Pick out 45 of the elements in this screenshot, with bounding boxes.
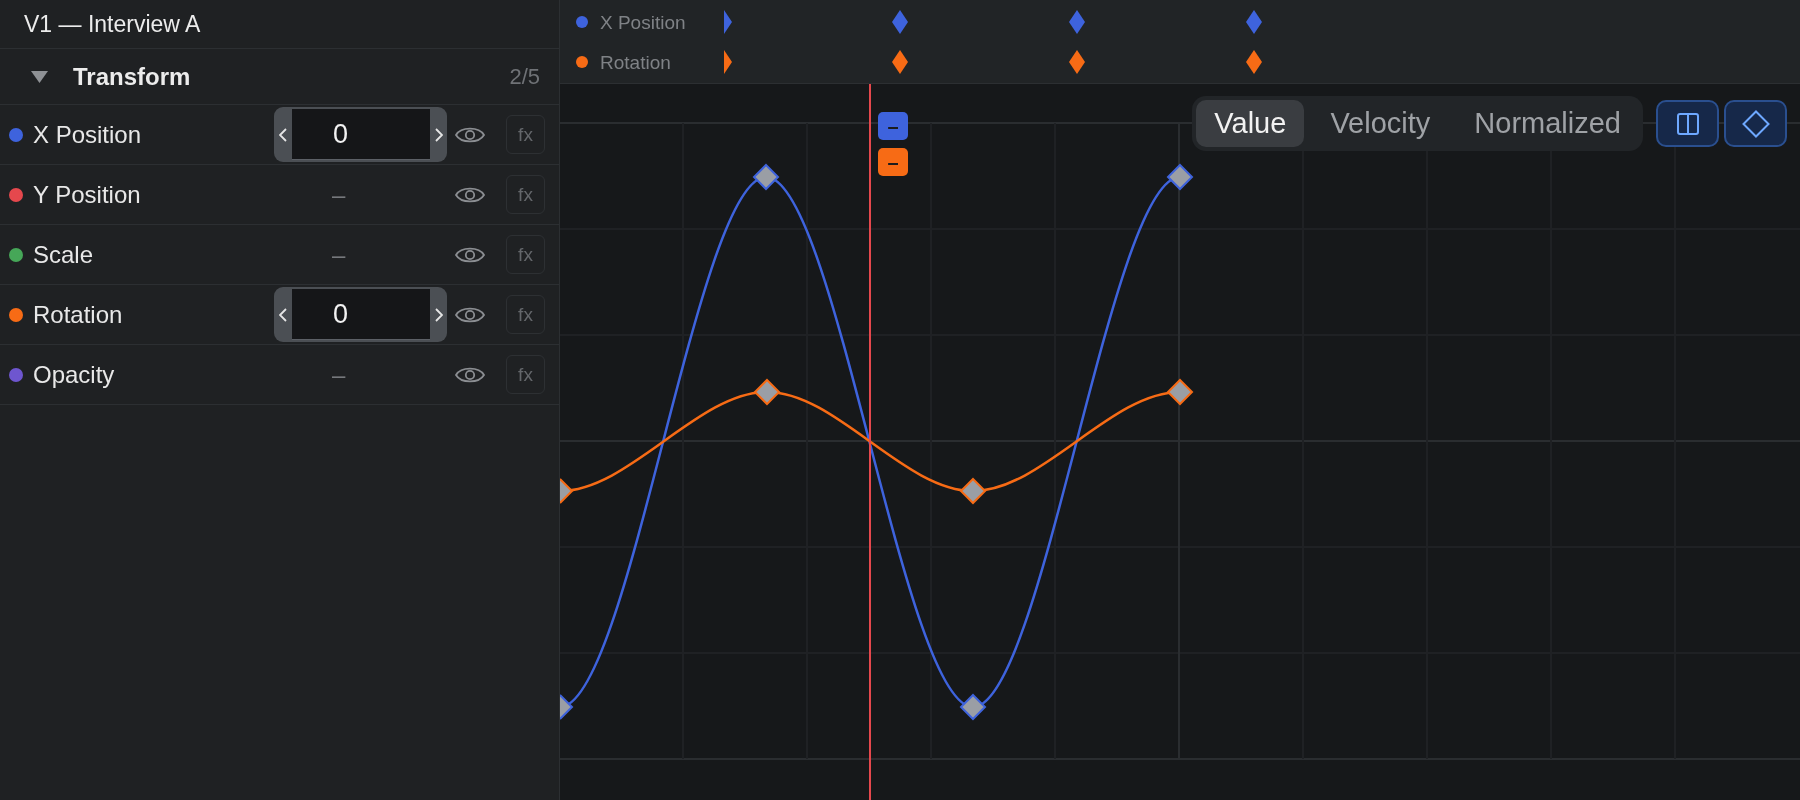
- panel-title: V1 — Interview A: [24, 12, 201, 36]
- split-panel-icon: [1676, 112, 1699, 135]
- chevron-right-icon: [434, 307, 443, 322]
- keyframe-marker[interactable]: [1069, 50, 1085, 74]
- keyframe-marker[interactable]: [1069, 10, 1085, 34]
- keyframe-marker[interactable]: [959, 693, 987, 721]
- caret-down-icon[interactable]: [31, 70, 48, 83]
- keyframe-marker[interactable]: [1166, 163, 1194, 191]
- value-field[interactable]: 0: [292, 289, 430, 340]
- keyframe-marker[interactable]: [959, 477, 987, 505]
- property-label: Opacity: [33, 362, 115, 387]
- property-count: 2/5: [509, 65, 540, 88]
- value-badge[interactable]: –: [878, 148, 908, 176]
- keyframe-marker[interactable]: [724, 50, 732, 74]
- property-label: Scale: [33, 242, 94, 267]
- property-label: X Position: [33, 122, 142, 147]
- keyframe-marker[interactable]: [752, 163, 780, 191]
- keyframe-marker[interactable]: [560, 694, 574, 720]
- chevron-right-icon: [434, 127, 443, 142]
- split-view-toggle[interactable]: [1656, 100, 1719, 147]
- mode-tab[interactable]: Velocity: [1312, 100, 1449, 147]
- track-label: Rotation: [600, 52, 671, 72]
- value-badge[interactable]: –: [878, 112, 908, 140]
- property-label: Rotation: [33, 302, 123, 327]
- track-label: X Position: [600, 12, 686, 32]
- diamond-icon: [1741, 109, 1770, 138]
- keyframe-marker[interactable]: [753, 378, 781, 406]
- keyframe-marker[interactable]: [1246, 50, 1262, 74]
- keyframe-marker[interactable]: [1166, 378, 1194, 406]
- group-label: Transform: [73, 64, 191, 89]
- keyframe-toggle[interactable]: [1724, 100, 1787, 147]
- keyframe-marker[interactable]: [1246, 10, 1262, 34]
- chevron-left-icon: [279, 307, 287, 322]
- mode-tab[interactable]: Value: [1196, 100, 1305, 147]
- mode-tab[interactable]: Normalized: [1456, 100, 1639, 147]
- keyframe-marker[interactable]: [560, 478, 574, 504]
- empty-value: –: [332, 362, 346, 387]
- empty-value: –: [332, 242, 346, 267]
- keyframe-marker[interactable]: [892, 50, 908, 74]
- chevron-left-icon: [279, 127, 287, 142]
- value-field[interactable]: 0: [292, 109, 430, 160]
- empty-value: –: [332, 182, 346, 207]
- property-label: Y Position: [33, 182, 141, 207]
- keyframe-marker[interactable]: [892, 10, 908, 34]
- keyframe-marker[interactable]: [724, 10, 732, 34]
